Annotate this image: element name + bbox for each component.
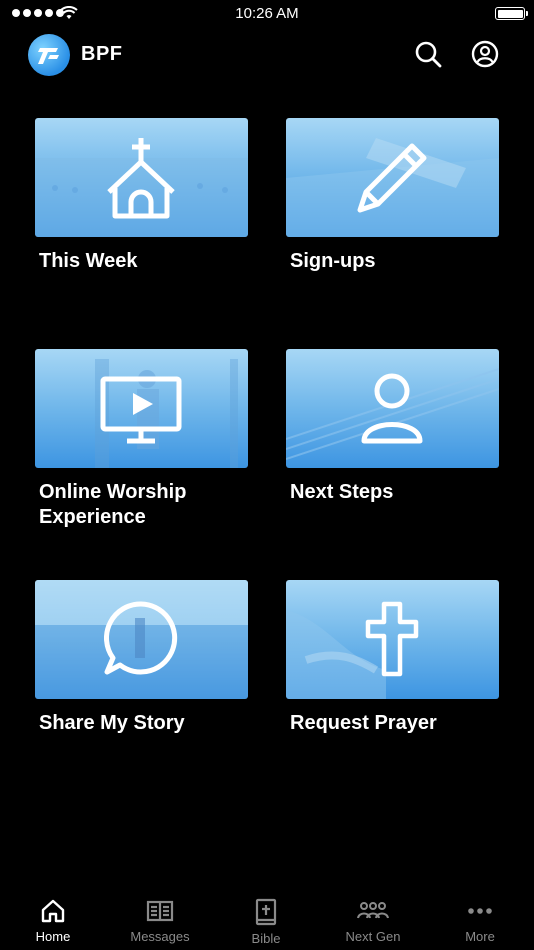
tile-online-worship[interactable]: Online Worship Experience <box>35 349 248 530</box>
tile-image <box>35 118 248 237</box>
tab-messages[interactable]: Messages <box>107 890 213 944</box>
tab-label: More <box>465 929 495 944</box>
tile-next-steps[interactable]: Next Steps <box>286 349 499 505</box>
status-bar: 10:26 AM <box>0 0 534 28</box>
battery-icon <box>495 7 528 20</box>
pencil-icon <box>357 143 427 213</box>
account-icon[interactable] <box>471 40 499 68</box>
tab-next-gen[interactable]: Next Gen <box>320 890 426 944</box>
tile-image <box>286 580 499 699</box>
church-icon <box>107 138 175 219</box>
group-icon <box>357 902 389 919</box>
tile-sign-ups[interactable]: Sign-ups <box>286 118 499 274</box>
more-dots-icon <box>468 908 492 914</box>
search-icon[interactable] <box>414 40 442 68</box>
tv-play-icon <box>100 376 182 444</box>
bible-icon <box>255 898 277 926</box>
tile-image <box>35 349 248 468</box>
tile-label: This Week <box>39 250 138 272</box>
tile-label: Sign-ups <box>290 250 376 272</box>
tile-label: Online Worship Experience <box>39 481 187 528</box>
tile-label: Request Prayer <box>290 712 437 734</box>
tile-label: Share My Story <box>39 712 185 734</box>
tab-label: Home <box>35 929 71 944</box>
app-logo <box>28 34 70 76</box>
tile-request-prayer[interactable]: Request Prayer <box>286 580 499 736</box>
cross-icon <box>365 601 419 677</box>
tile-share-my-story[interactable]: Share My Story <box>35 580 248 736</box>
home-icon <box>41 899 65 923</box>
person-icon <box>361 373 423 444</box>
tile-image <box>35 580 248 699</box>
chat-bubble-icon <box>104 601 178 675</box>
tab-label: Bible <box>251 931 281 946</box>
tile-image <box>286 118 499 237</box>
status-time: 10:26 AM <box>235 5 299 22</box>
tab-home[interactable]: Home <box>0 890 106 944</box>
tile-image <box>286 349 499 468</box>
tab-more[interactable]: More <box>427 890 533 944</box>
tab-label: Next Gen <box>345 929 401 944</box>
tab-label: Messages <box>130 929 190 944</box>
book-icon <box>146 900 174 922</box>
tile-label: Next Steps <box>290 481 394 503</box>
app-title: BPF <box>81 43 123 65</box>
tile-this-week[interactable]: This Week <box>35 118 248 274</box>
tab-bar: Home Messages Bible Next Gen More <box>0 890 534 950</box>
tab-bible[interactable]: Bible <box>213 890 319 946</box>
